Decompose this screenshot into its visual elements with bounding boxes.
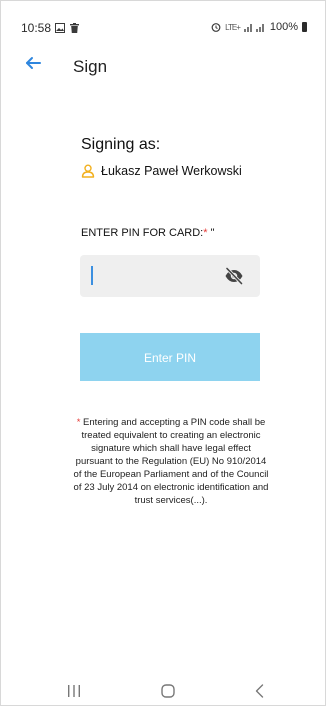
pin-input[interactable] [90,261,214,293]
eye-off-icon[interactable] [224,266,244,286]
notification-icons [55,21,79,33]
gallery-icon [55,23,65,33]
status-bar: 10:58 LTE+ 100% [1,1,325,35]
pin-field[interactable] [80,255,260,297]
pin-label-text: ENTER PIN FOR CARD: [81,227,204,239]
disclaimer-text: Entering and accepting a PIN code shall … [73,417,269,506]
nav-back-icon[interactable] [249,681,271,701]
network-type-label: LTE+ [225,22,241,32]
alarm-icon [211,23,221,32]
signer-name: Łukasz Paweł Werkowski [101,164,242,178]
signer-row: Łukasz Paweł Werkowski [81,164,242,178]
back-arrow-icon[interactable] [21,51,45,75]
app-bar: Sign [1,47,325,83]
enter-pin-button[interactable]: Enter PIN [80,333,260,381]
page-title: Sign [73,57,108,76]
battery-percent: 100% [269,21,298,33]
signing-heading: Signing as: [81,136,161,153]
status-time: 10:58 [21,21,52,35]
pin-label: ENTER PIN FOR CARD:* " [81,227,214,239]
status-right-icons: LTE+ 100% [211,21,307,33]
legal-disclaimer: * Entering and accepting a PIN code shal… [73,416,269,507]
text-caret [91,266,93,285]
recent-apps-icon[interactable] [63,681,85,701]
home-icon[interactable] [157,681,179,701]
user-icon [81,164,95,178]
trash-icon [70,23,79,33]
battery-icon [302,22,307,32]
pin-label-suffix: " [207,227,215,239]
signal-icon [243,24,264,32]
system-nav-bar [1,677,325,705]
phone-screen: 10:58 LTE+ 100% Sign Signing as: Łukasz … [0,0,326,706]
